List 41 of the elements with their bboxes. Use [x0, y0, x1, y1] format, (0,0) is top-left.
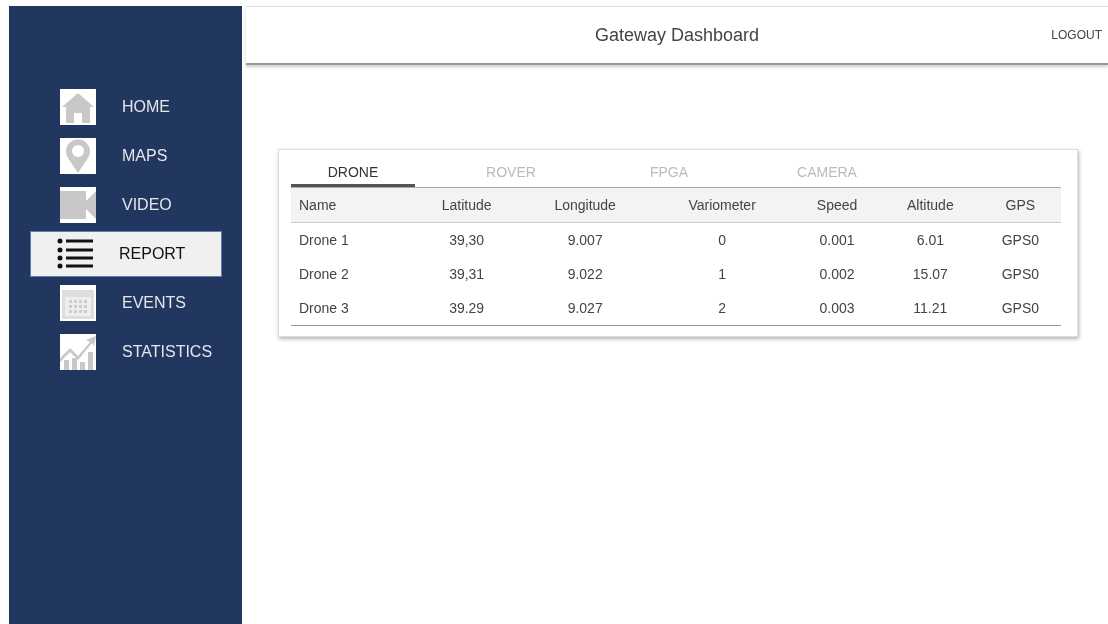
nav-item[interactable]: MAPS	[30, 133, 222, 179]
chart-icon	[60, 334, 96, 370]
table-cell: 0.001	[794, 222, 881, 257]
logout-link[interactable]: LOGOUT	[1051, 28, 1102, 42]
nav-item[interactable]: VIDEO	[30, 182, 222, 228]
column-header: Latitude	[414, 188, 521, 223]
nav-item[interactable]: STATISTICS	[30, 329, 222, 375]
table-cell: Drone 3	[291, 291, 414, 326]
table-cell: 0.003	[794, 291, 881, 326]
location-pin-icon	[60, 138, 96, 174]
table-cell: GPS0	[980, 291, 1061, 326]
nav-item[interactable]: HOME	[30, 84, 222, 130]
nav-item[interactable]: EVENTS	[30, 280, 222, 326]
column-header: GPS	[980, 188, 1061, 223]
table-cell: 39.29	[414, 291, 521, 326]
table-cell-text: 1	[717, 265, 727, 284]
column-header: Variometer	[651, 188, 795, 223]
house-icon	[60, 89, 96, 125]
column-header: Name	[291, 188, 414, 223]
column-header: Altitude	[880, 188, 981, 223]
table-cell: Drone 1	[291, 222, 414, 257]
table-cell: 9.007	[520, 222, 652, 257]
video-camera-icon	[60, 187, 96, 223]
column-header: Longitude	[520, 188, 652, 223]
column-header: Speed	[794, 188, 881, 223]
table-cell-text: GPS0	[1000, 265, 1041, 284]
table-cell-text: 9.022	[566, 265, 604, 284]
nav-item[interactable]: REPORT	[30, 231, 222, 277]
table-cell-text: Drone 2	[298, 265, 350, 284]
table-cell-text: 0.002	[818, 265, 856, 284]
calendar-icon	[60, 285, 96, 321]
table-cell: 9.027	[520, 291, 652, 326]
table-cell: 0	[651, 222, 795, 257]
table-cell: 6.01	[880, 222, 981, 257]
table-cell: 11.21	[880, 291, 981, 326]
page-title: Gateway Dashboard	[594, 24, 760, 46]
table-cell-text: 39,31	[448, 265, 486, 284]
table-cell: GPS0	[980, 222, 1061, 257]
table-cell: 39,30	[414, 222, 521, 257]
table-cell-text: 15.07	[911, 265, 949, 284]
table-cell: 2	[651, 291, 795, 326]
